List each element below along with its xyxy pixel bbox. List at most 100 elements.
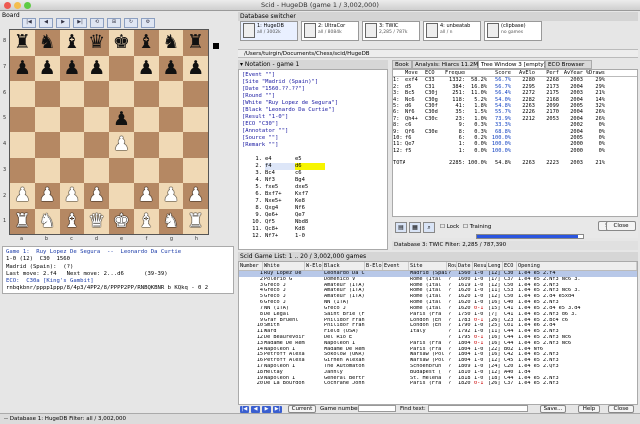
white-move[interactable]: Bxf7+ <box>265 191 295 198</box>
pgn-tag[interactable]: [White "Ruy Lopez de Segura"] <box>242 100 384 107</box>
column-header[interactable]: Leng <box>487 262 503 270</box>
help-button[interactable]: Help <box>578 405 600 413</box>
black-pawn-icon[interactable]: ♟ <box>138 58 155 78</box>
column-header[interactable]: ECO <box>503 262 517 270</box>
square-b7[interactable]: ♟ <box>34 55 60 81</box>
square-a7[interactable]: ♟ <box>10 55 35 81</box>
white-move[interactable]: f4 <box>265 163 295 170</box>
white-pawn-icon[interactable]: ♟ <box>14 186 31 205</box>
black-pawn-icon[interactable]: ♟ <box>14 58 31 78</box>
square-c3[interactable] <box>59 157 85 183</box>
square-d3[interactable] <box>84 157 109 183</box>
pgn-tag[interactable]: [ECO "C30"] <box>242 121 384 128</box>
black-knight-icon[interactable]: ♞ <box>39 33 56 52</box>
book-icon[interactable]: ▦ <box>409 222 421 233</box>
square-f8[interactable]: ♝ <box>133 30 159 56</box>
square-e1[interactable]: ♚ <box>109 208 134 234</box>
square-g6[interactable] <box>158 81 184 107</box>
next-page-icon[interactable]: ▶ <box>262 406 271 413</box>
square-a5[interactable] <box>10 106 35 132</box>
black-move[interactable]: Bg4 <box>295 177 325 184</box>
white-rook-icon[interactable]: ♜ <box>187 211 204 231</box>
last-page-icon[interactable]: ▶| <box>273 406 282 413</box>
black-king-icon[interactable]: ♚ <box>113 33 130 52</box>
database-tile[interactable]: 3: TWIC 2,285 / 787k <box>362 21 420 41</box>
black-pawn-icon[interactable]: ♟ <box>39 58 56 78</box>
square-g8[interactable]: ♞ <box>158 30 184 56</box>
white-pawn-icon[interactable]: ♟ <box>187 186 204 205</box>
column-header[interactable]: Rou <box>447 262 457 270</box>
black-move[interactable]: d6 <box>295 163 325 170</box>
settings-icon[interactable]: ⚙ <box>141 18 155 28</box>
column-header[interactable]: Number <box>239 262 263 270</box>
black-move[interactable]: dxe5 <box>295 184 325 191</box>
column-header[interactable]: Site <box>409 262 447 270</box>
square-f1[interactable]: ♝ <box>133 208 159 234</box>
black-move[interactable]: 1-0 <box>295 233 325 240</box>
square-g2[interactable]: ♟ <box>158 183 184 209</box>
square-a6[interactable] <box>10 81 35 107</box>
square-g1[interactable]: ♞ <box>158 208 184 234</box>
pgn-tag[interactable]: [Source ""] <box>242 135 384 142</box>
black-rook-icon[interactable]: ♜ <box>187 33 204 52</box>
white-bishop-icon[interactable]: ♝ <box>63 211 80 231</box>
tab-3[interactable]: ECO Browser <box>545 60 592 69</box>
white-pawn-icon[interactable]: ♟ <box>88 186 105 205</box>
square-f4[interactable] <box>133 132 159 158</box>
square-g5[interactable] <box>158 106 184 132</box>
training-checkbox[interactable]: ☐ Training <box>463 224 491 230</box>
square-f3[interactable] <box>133 157 159 183</box>
square-c6[interactable] <box>59 81 85 107</box>
black-move[interactable]: c6 <box>295 170 325 177</box>
pgn-notation[interactable]: [Event ""] [Site "Madrid (Spain)"] [Date "… <box>238 69 388 250</box>
white-move[interactable]: Qe6+ <box>265 212 295 219</box>
square-c4[interactable] <box>59 132 85 158</box>
column-header[interactable]: W-Elo <box>305 262 323 270</box>
square-b5[interactable] <box>34 106 60 132</box>
square-h3[interactable] <box>183 157 208 183</box>
pgn-tag[interactable]: [Remark ""] <box>242 142 384 149</box>
close-window-icon[interactable] <box>4 2 11 9</box>
square-d1[interactable]: ♛ <box>84 208 109 234</box>
column-header[interactable]: Resu <box>473 262 487 270</box>
black-bishop-icon[interactable]: ♝ <box>63 33 80 52</box>
game-row[interactable]: 20De La Bourdonna Cochrane John (Paris (F… <box>239 381 637 387</box>
pgn-tag[interactable]: [Event ""] <box>242 72 384 79</box>
white-pawn-icon[interactable]: ♟ <box>138 186 155 205</box>
square-e2[interactable] <box>109 183 134 209</box>
column-header[interactable]: B-Elo <box>365 262 383 270</box>
black-move[interactable]: Nf6 <box>295 205 325 212</box>
first-move-icon[interactable]: |◀ <box>22 18 36 28</box>
square-b4[interactable] <box>34 132 60 158</box>
tree-table[interactable]: Move ECO Frequency Score AvElo Perf AvYear%Dra… <box>392 69 638 217</box>
tree-row[interactable]: 12: f5 1: 0.0% 100.0% 2000 0% <box>393 148 637 154</box>
square-c1[interactable]: ♝ <box>59 208 85 234</box>
black-queen-icon[interactable]: ♛ <box>88 33 105 52</box>
find-text-input[interactable] <box>428 405 528 412</box>
black-move[interactable]: Qe7 <box>295 212 325 219</box>
pgn-tag[interactable]: [Site "Madrid (Spain)"] <box>242 79 384 86</box>
pgn-tag[interactable]: [Black "Leonardo Da Curtie"] <box>242 107 384 114</box>
save-button[interactable]: Save... <box>540 405 566 413</box>
game-info-line[interactable]: Game 1: Ruy Lopez De Segura -- Leonardo … <box>6 249 230 256</box>
first-page-icon[interactable]: |◀ <box>240 406 249 413</box>
white-bishop-icon[interactable]: ♝ <box>138 211 155 231</box>
square-d7[interactable]: ♟ <box>84 55 109 81</box>
black-pawn-icon[interactable]: ♟ <box>187 58 204 78</box>
white-move[interactable]: Qc8+ <box>265 226 295 233</box>
lock-checkbox[interactable]: ☐ Lock <box>440 224 459 230</box>
game-list-table[interactable]: Number White W-Elo Black B-Elo Event Site Rou Da… <box>238 261 638 405</box>
database-tile[interactable]: 1: HugeDB all / 3002k <box>240 21 298 41</box>
white-king-icon[interactable]: ♚ <box>113 211 130 231</box>
white-move[interactable]: Nxe5+ <box>265 198 295 205</box>
square-g3[interactable] <box>158 157 184 183</box>
square-f6[interactable] <box>133 81 159 107</box>
black-move[interactable]: Nbd8 <box>295 219 325 226</box>
prev-page-icon[interactable]: ◀ <box>251 406 260 413</box>
black-move[interactable]: e5 <box>295 156 325 163</box>
column-header[interactable]: Black <box>323 262 365 270</box>
square-d5[interactable] <box>84 106 109 132</box>
black-move[interactable]: Kxf7 <box>295 191 325 198</box>
white-move[interactable]: Bc4 <box>265 170 295 177</box>
tab-0[interactable]: Book <box>392 60 412 69</box>
